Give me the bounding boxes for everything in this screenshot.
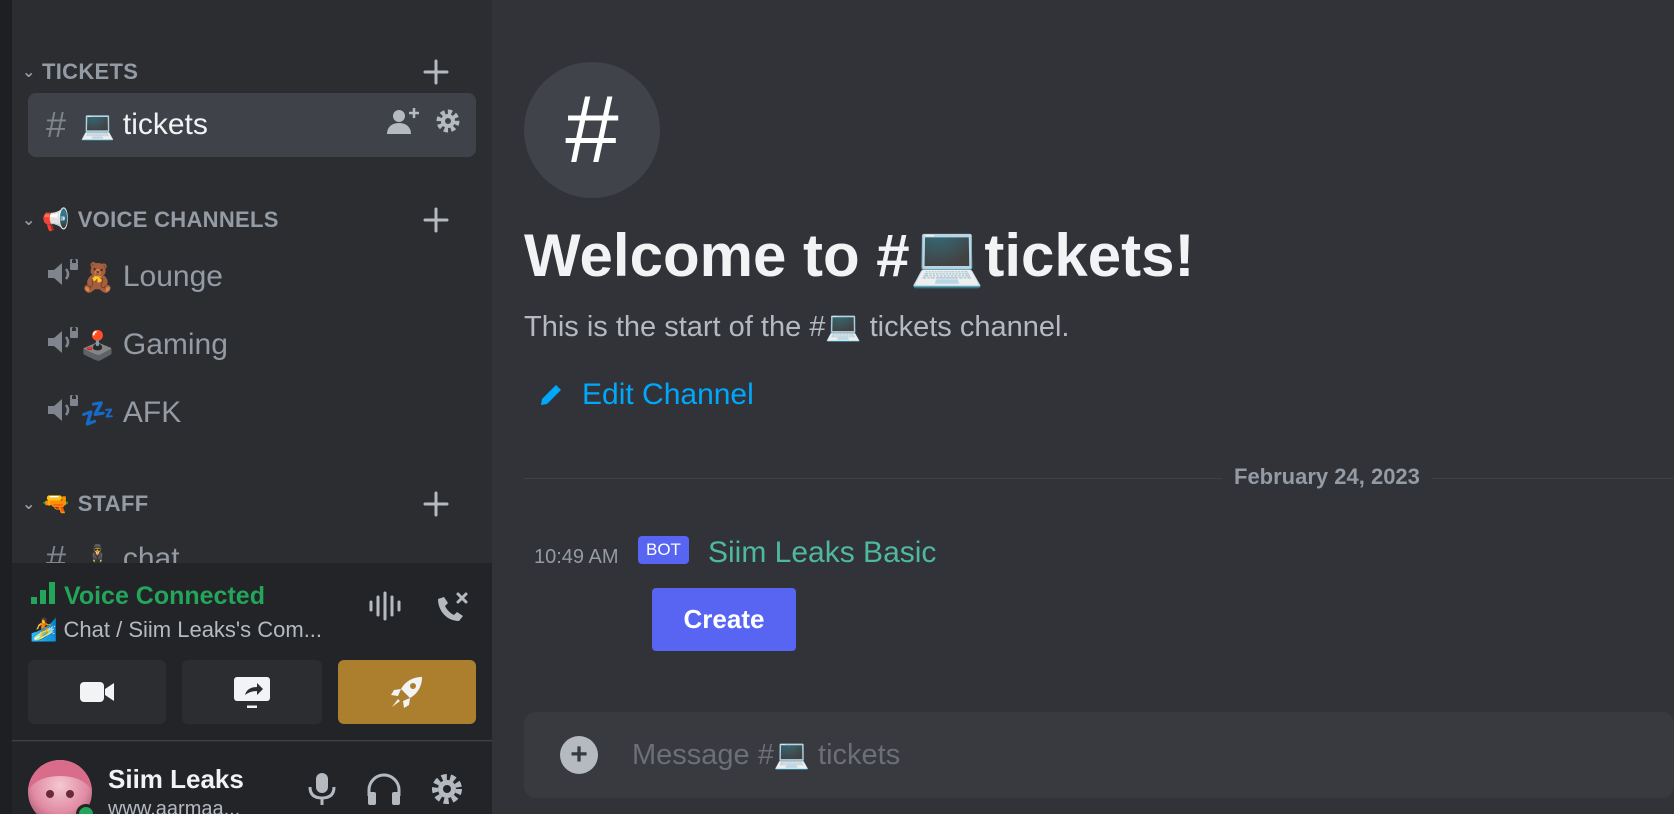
screen-share-icon bbox=[234, 677, 270, 708]
chevron-down-icon: ⌄ bbox=[22, 64, 36, 81]
chevron-down-icon: ⌄ bbox=[22, 496, 36, 513]
invite-member-icon[interactable] bbox=[386, 107, 420, 143]
voice-connected-status[interactable]: Voice Connected bbox=[30, 581, 265, 612]
activity-button[interactable] bbox=[338, 660, 476, 724]
category-label: VOICE CHANNELS bbox=[77, 207, 279, 232]
category-emoji: 🔫 bbox=[42, 491, 70, 516]
channel-emoji: 💻 bbox=[80, 109, 115, 141]
channel-tickets[interactable]: # 💻 tickets bbox=[28, 93, 476, 157]
channel-label: Gaming bbox=[122, 328, 228, 361]
channel-sidebar: ⌄ TICKETS # 💻 tickets ⌄ 📢 VOICE CHANNELS bbox=[12, 0, 492, 814]
video-camera-icon bbox=[80, 682, 114, 702]
channel-gaming[interactable]: 🕹️ Gaming bbox=[28, 313, 476, 377]
category-label: STAFF bbox=[77, 491, 149, 516]
channel-label: AFK bbox=[122, 396, 182, 429]
noise-suppression-icon[interactable] bbox=[368, 591, 404, 630]
server-rail bbox=[0, 0, 12, 814]
username: Siim Leaks bbox=[108, 764, 244, 794]
welcome-heading: Welcome to #💻tickets! bbox=[524, 222, 1195, 289]
user-settings-gear-icon[interactable] bbox=[430, 772, 464, 811]
category-label: TICKETS bbox=[42, 59, 139, 84]
location-label: Chat / Siim Leaks's Com... bbox=[63, 617, 323, 642]
pencil-icon bbox=[541, 385, 561, 405]
online-status-dot bbox=[76, 804, 96, 814]
bot-badge: BOT bbox=[638, 536, 689, 564]
channel-label: Lounge bbox=[122, 260, 223, 293]
channel-emoji: 🧸 bbox=[80, 261, 115, 293]
channel-lounge[interactable]: 🧸 Lounge bbox=[28, 245, 476, 309]
add-channel-icon[interactable] bbox=[416, 484, 456, 524]
channel-emoji: 🕹️ bbox=[80, 329, 115, 361]
category-staff[interactable]: ⌄ 🔫 STAFF bbox=[12, 484, 492, 524]
category-voice-channels[interactable]: ⌄ 📢 VOICE CHANNELS bbox=[12, 200, 492, 240]
channel-emoji: 💤 bbox=[80, 397, 115, 429]
date-divider-line bbox=[524, 478, 1674, 479]
add-channel-icon[interactable] bbox=[416, 52, 456, 92]
attach-plus-icon[interactable]: + bbox=[560, 736, 598, 774]
channel-label: tickets bbox=[122, 108, 208, 141]
voice-location[interactable]: 🏄 Chat / Siim Leaks's Com... bbox=[30, 617, 330, 643]
rocket-icon bbox=[391, 677, 422, 708]
edit-channel-link[interactable]: Edit Channel bbox=[538, 378, 754, 412]
gear-icon[interactable] bbox=[434, 107, 462, 143]
microphone-icon[interactable] bbox=[306, 772, 338, 811]
screen-share-button[interactable] bbox=[182, 660, 322, 724]
chevron-down-icon: ⌄ bbox=[22, 212, 36, 229]
locked-voice-icon bbox=[28, 392, 80, 434]
date-divider: February 24, 2023 bbox=[1222, 464, 1432, 490]
disconnect-call-icon[interactable] bbox=[434, 591, 470, 630]
channel-start-text: This is the start of the #💻 tickets chan… bbox=[524, 311, 1070, 343]
message-composer: + bbox=[524, 712, 1674, 798]
signal-icon bbox=[30, 581, 56, 612]
text-channel-icon: # bbox=[46, 104, 67, 145]
message-timestamp[interactable]: 10:49 AM bbox=[534, 546, 619, 569]
headphones-icon[interactable] bbox=[366, 772, 402, 811]
locked-voice-icon bbox=[28, 324, 80, 366]
category-emoji: 📢 bbox=[42, 207, 70, 232]
locked-voice-icon bbox=[28, 256, 80, 298]
channel-hash-icon: # bbox=[524, 62, 660, 198]
location-emoji: 🏄 bbox=[30, 617, 58, 642]
channel-afk[interactable]: 💤 AFK bbox=[28, 381, 476, 445]
voice-status-label: Voice Connected bbox=[64, 582, 265, 610]
create-ticket-button[interactable]: Create bbox=[652, 588, 796, 651]
edit-channel-label: Edit Channel bbox=[582, 378, 754, 411]
add-channel-icon[interactable] bbox=[416, 200, 456, 240]
camera-button[interactable] bbox=[28, 660, 166, 724]
message-author[interactable]: Siim Leaks Basic bbox=[708, 536, 936, 570]
message-input[interactable] bbox=[632, 732, 1632, 778]
voice-status-panel: Voice Connected 🏄 Chat / Siim Leaks's Co… bbox=[12, 563, 492, 741]
user-tag: www.aarmaa... bbox=[108, 798, 241, 814]
user-panel: Siim Leaks www.aarmaa... bbox=[12, 742, 492, 814]
channel-main: # Welcome to #💻tickets! This is the star… bbox=[492, 0, 1674, 814]
category-tickets[interactable]: ⌄ TICKETS bbox=[12, 52, 492, 92]
